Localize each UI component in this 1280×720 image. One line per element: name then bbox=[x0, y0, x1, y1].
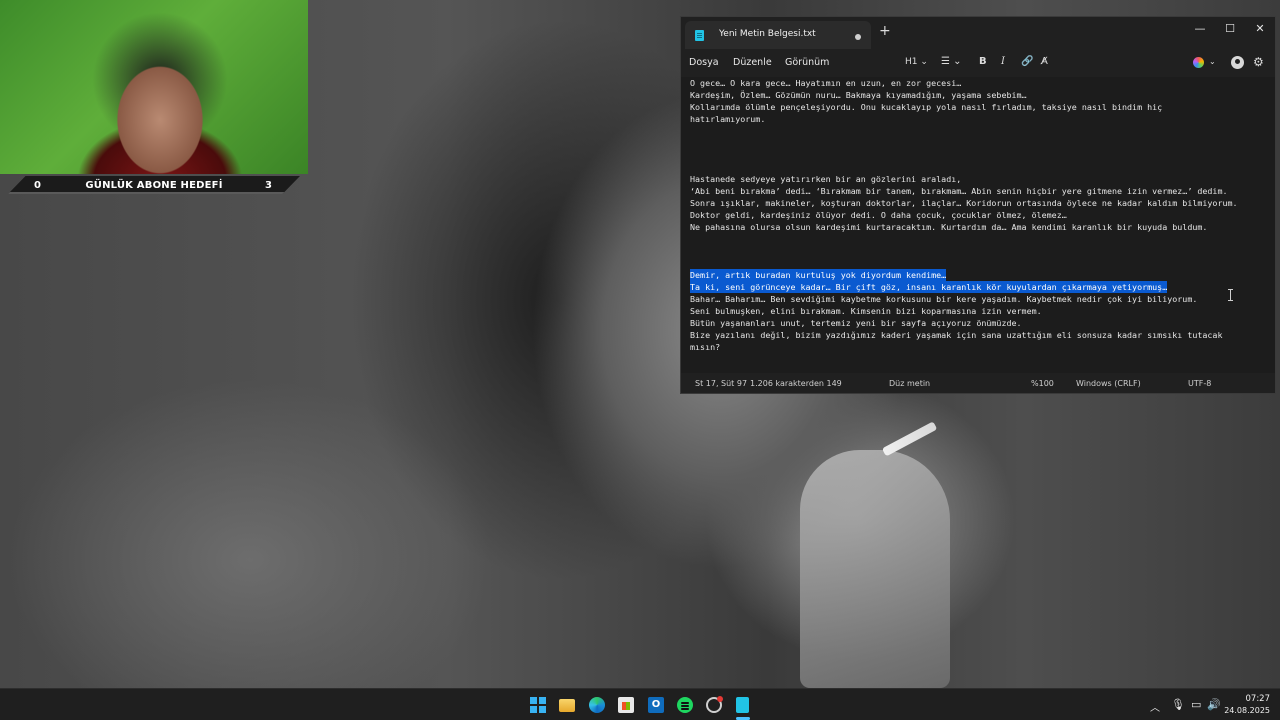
minimize-button[interactable]: — bbox=[1185, 19, 1215, 39]
account-icon[interactable] bbox=[1231, 56, 1244, 69]
selected-text-line[interactable]: Demir, artık buradan kurtuluş yok diyord… bbox=[690, 269, 947, 281]
menu-edit[interactable]: Düzenle bbox=[733, 57, 772, 68]
recording-badge-icon bbox=[717, 696, 723, 702]
italic-button[interactable]: I bbox=[1001, 55, 1005, 69]
clock-time[interactable]: 07:27 bbox=[1230, 694, 1271, 704]
goal-bar-edge bbox=[8, 192, 300, 194]
line-ending[interactable]: Windows (CRLF) bbox=[1076, 379, 1141, 388]
menu-bar: Dosya Düzenle Görünüm H1 ⌄ ☰ ⌄ B I 🔗 A̸ … bbox=[681, 49, 1275, 77]
webcam-overlay bbox=[0, 0, 308, 174]
edge-browser-icon[interactable] bbox=[589, 697, 605, 713]
text-line[interactable]: hatırlamıyorum. bbox=[690, 113, 765, 125]
text-line[interactable]: Bize yazılanı değil, bizim yazdığımız ka… bbox=[690, 329, 1222, 341]
clock-date[interactable]: 24.08.2025 bbox=[1222, 706, 1270, 715]
outlook-icon[interactable]: O bbox=[648, 697, 664, 713]
goal-label: GÜNLÜK ABONE HEDEFİ bbox=[85, 179, 223, 191]
text-line[interactable]: Seni bulmuşken, elini bırakmam. Kimsenin… bbox=[690, 305, 1042, 317]
cursor-position: St 17, Süt 97 bbox=[695, 379, 748, 388]
text-line[interactable]: Bahar… Baharım… Ben sevdiğimi kaybetme k… bbox=[690, 293, 1197, 305]
text-line[interactable]: Doktor geldi, kardeşiniz ölüyor dedi. O … bbox=[690, 209, 1067, 221]
copilot-dropdown-icon[interactable]: ⌄ bbox=[1209, 55, 1216, 69]
tray-overflow-chevron-icon[interactable]: ︿ bbox=[1150, 699, 1160, 714]
microphone-icon[interactable]: 🎙 bbox=[1171, 698, 1185, 711]
spotify-icon[interactable] bbox=[677, 697, 693, 713]
text-line[interactable]: Ne pahasına olursa olsun kardeşimi kurta… bbox=[690, 221, 1207, 233]
text-line[interactable]: ‘Abi beni bırakma’ dedi… ‘Bırakmam bir t… bbox=[690, 185, 1228, 197]
goal-target: 3 bbox=[265, 179, 272, 191]
text-line[interactable]: Kardeşim, Özlem… Gözümün nuru… Bakmaya k… bbox=[690, 89, 1027, 101]
heading-dropdown[interactable]: H1 ⌄ bbox=[905, 55, 928, 69]
status-bar: St 17, Süt 97 1.206 karakterden 149 Düz … bbox=[681, 377, 1275, 393]
copilot-icon[interactable] bbox=[1193, 57, 1204, 68]
notepad-taskbar-icon[interactable] bbox=[736, 697, 749, 713]
settings-gear-icon[interactable]: ⚙ bbox=[1253, 55, 1264, 69]
list-dropdown[interactable]: ☰ ⌄ bbox=[941, 55, 962, 69]
text-line[interactable]: Hastanede sedyeye yatırırken bir an gözl… bbox=[690, 173, 961, 185]
text-format[interactable]: Düz metin bbox=[889, 379, 930, 388]
maximize-button[interactable]: ☐ bbox=[1215, 19, 1245, 39]
display-icon[interactable]: ▭ bbox=[1191, 698, 1201, 711]
file-explorer-icon[interactable] bbox=[559, 699, 575, 712]
menu-file[interactable]: Dosya bbox=[689, 57, 719, 68]
document-tab[interactable]: Yeni Metin Belgesi.txt bbox=[685, 21, 871, 49]
character-count: 1.206 karakterden 149 bbox=[750, 379, 842, 388]
text-line[interactable]: Sonra ışıklar, makineler, koşturan dokto… bbox=[690, 197, 1238, 209]
tab-title: Yeni Metin Belgesi.txt bbox=[719, 29, 816, 39]
new-tab-button[interactable]: + bbox=[879, 23, 891, 39]
unsaved-dot-icon[interactable] bbox=[855, 34, 861, 40]
taskbar: O ︿ 🎙 ▭ 🔊 07:27 24.08.2025 bbox=[0, 688, 1280, 720]
wallpaper-hand bbox=[800, 450, 950, 688]
notepad-icon bbox=[695, 30, 704, 41]
text-line[interactable]: O gece… O kara gece… Hayatımın en uzun, … bbox=[690, 77, 961, 89]
title-bar[interactable]: Yeni Metin Belgesi.txt + — ☐ ✕ bbox=[681, 17, 1275, 49]
text-editor[interactable]: O gece… O kara gece… Hayatımın en uzun, … bbox=[681, 77, 1275, 373]
notepad-window: Yeni Metin Belgesi.txt + — ☐ ✕ Dosya Düz… bbox=[680, 16, 1276, 394]
bold-button[interactable]: B bbox=[979, 55, 987, 69]
text-cursor-icon bbox=[1228, 289, 1233, 301]
subscriber-goal-bar: 0 GÜNLÜK ABONE HEDEFİ 3 bbox=[8, 176, 300, 194]
clear-formatting-icon[interactable]: A̸ bbox=[1041, 55, 1048, 69]
volume-icon[interactable]: 🔊 bbox=[1207, 698, 1221, 711]
start-windows-icon[interactable] bbox=[530, 697, 546, 713]
zoom-level[interactable]: %100 bbox=[1031, 379, 1054, 388]
encoding[interactable]: UTF-8 bbox=[1188, 379, 1211, 388]
text-line[interactable]: Kollarımda ölümle pençeleşiyordu. Onu ku… bbox=[690, 101, 1162, 113]
text-line[interactable]: mısın? bbox=[690, 341, 720, 353]
text-line[interactable]: Bütün yaşananları unut, tertemiz yeni bi… bbox=[690, 317, 1022, 329]
menu-view[interactable]: Görünüm bbox=[785, 57, 829, 68]
selected-text-line[interactable]: Ta ki, seni görünceye kadar… Bir çift gö… bbox=[690, 281, 1168, 293]
close-button[interactable]: ✕ bbox=[1245, 19, 1275, 39]
link-icon[interactable]: 🔗 bbox=[1021, 55, 1033, 69]
microsoft-store-icon[interactable] bbox=[618, 697, 634, 713]
